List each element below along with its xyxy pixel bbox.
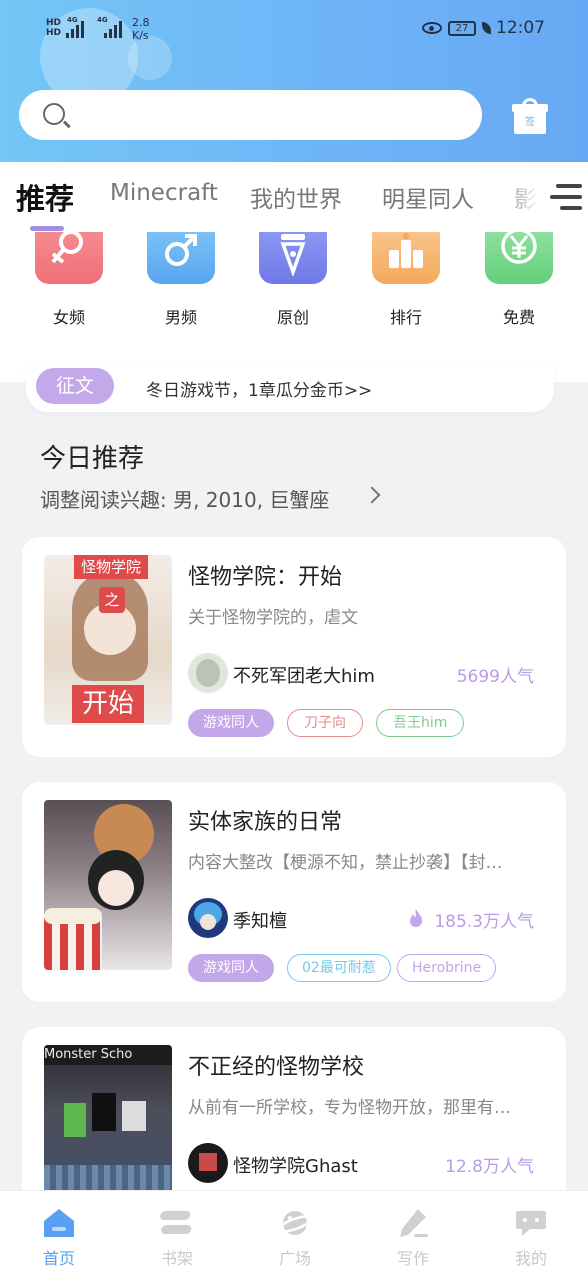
category-label: 男频 bbox=[164, 308, 197, 327]
nav-write[interactable]: 写作 bbox=[354, 1191, 472, 1280]
book-title[interactable]: 实体家族的日常 bbox=[188, 804, 342, 836]
cover-title: 开始 bbox=[72, 685, 144, 723]
popularity: 185.3万人气 bbox=[434, 912, 534, 932]
nav-home[interactable]: 首页 bbox=[0, 1191, 118, 1280]
author-name[interactable]: 不死军团老大him bbox=[233, 662, 375, 688]
book-cover[interactable] bbox=[44, 800, 172, 970]
notice-tag: 征文 bbox=[36, 368, 114, 404]
category-female[interactable]: 女频 bbox=[24, 230, 114, 332]
nav-label: 首页 bbox=[42, 1249, 75, 1268]
nav-label: 我的 bbox=[514, 1249, 547, 1268]
home-icon bbox=[44, 1209, 74, 1237]
category-original[interactable]: 原创 bbox=[248, 232, 338, 332]
book-title[interactable]: 怪物学院：开始 bbox=[188, 559, 342, 591]
nav-label: 写作 bbox=[396, 1249, 429, 1268]
search-input[interactable] bbox=[19, 90, 482, 140]
book-card[interactable]: 实体家族的日常 内容大整改【梗源不知，禁止抄袭】【封… 季知檀 185.3万人气… bbox=[22, 782, 566, 1002]
clock: 12:07 bbox=[496, 18, 545, 38]
book-card[interactable]: 怪物学院 之 开始 怪物学院：开始 关于怪物学院的，虐文 不死军团老大him 5… bbox=[22, 537, 566, 757]
author-name[interactable]: 怪物学院Ghast bbox=[233, 1152, 358, 1178]
header: HD HD 4G 4G 2.8 K/s 27 12:07 签 bbox=[0, 0, 588, 162]
network-speed: 2.8 K/s bbox=[132, 16, 150, 42]
category-label: 女频 bbox=[52, 308, 85, 327]
book-tag[interactable]: 02最可耐惹 bbox=[287, 954, 391, 982]
category-free[interactable]: 免费 bbox=[474, 228, 564, 332]
yen-icon bbox=[485, 228, 553, 284]
book-tag[interactable]: 游戏同人 bbox=[188, 709, 274, 737]
book-description: 从前有一所学校，专为怪物开放，那里有… bbox=[188, 1098, 511, 1118]
bookshelf-icon bbox=[160, 1211, 192, 1234]
book-cover[interactable]: 怪物学院 之 开始 bbox=[44, 555, 172, 725]
nav-plaza[interactable]: 广场 bbox=[236, 1191, 354, 1280]
sign-in-button[interactable]: 签 bbox=[512, 98, 548, 134]
pen-nib-icon bbox=[259, 232, 327, 284]
chevron-right-icon bbox=[363, 486, 381, 504]
nav-label: 广场 bbox=[278, 1249, 311, 1268]
section-title: 今日推荐 bbox=[40, 444, 145, 474]
network-type: 4G bbox=[67, 16, 78, 24]
bottom-navigation: 首页 书架 广场 写作 我的 bbox=[0, 1190, 588, 1280]
menu-icon[interactable] bbox=[550, 184, 582, 212]
chat-bubble-icon bbox=[516, 1211, 546, 1236]
tab-recommend[interactable]: 推荐 bbox=[16, 176, 74, 218]
avatar[interactable] bbox=[188, 653, 228, 693]
avatar[interactable] bbox=[188, 898, 228, 938]
nav-me[interactable]: 我的 bbox=[472, 1191, 588, 1280]
sign-in-label: 签 bbox=[514, 110, 546, 134]
active-tab-indicator bbox=[30, 226, 64, 231]
avatar[interactable] bbox=[188, 1143, 228, 1183]
status-bar: HD HD 4G 4G 2.8 K/s 27 12:07 bbox=[0, 14, 588, 48]
planet-icon bbox=[278, 1211, 312, 1235]
category-label: 免费 bbox=[502, 308, 535, 327]
ranking-icon bbox=[372, 232, 440, 284]
book-description: 关于怪物学院的，虐文 bbox=[188, 608, 358, 628]
category-male[interactable]: 男频 bbox=[136, 232, 226, 332]
book-tag[interactable]: 刀子向 bbox=[287, 709, 363, 737]
nav-bookshelf[interactable]: 书架 bbox=[118, 1191, 236, 1280]
sim-indicator: HD HD bbox=[46, 18, 62, 38]
tab-my-world[interactable]: 我的世界 bbox=[250, 180, 342, 214]
search-icon bbox=[43, 103, 65, 125]
category-row: 女频 男频 原创 排行 免费 bbox=[0, 228, 588, 332]
book-title[interactable]: 不正经的怪物学校 bbox=[188, 1049, 364, 1081]
category-label: 原创 bbox=[276, 308, 309, 327]
tab-celebrity-fanfic[interactable]: 明星同人 bbox=[382, 180, 474, 214]
network-type: 4G bbox=[97, 16, 108, 24]
pen-icon bbox=[400, 1209, 428, 1237]
popularity: 5699人气 bbox=[456, 667, 534, 687]
nav-label: 书架 bbox=[160, 1249, 193, 1268]
cover-title: 怪物学院 bbox=[74, 555, 148, 579]
book-tag[interactable]: Herobrine bbox=[397, 954, 497, 982]
book-description: 内容大整改【梗源不知，禁止抄袭】【封… bbox=[188, 853, 503, 873]
tab-minecraft[interactable]: Minecraft bbox=[110, 180, 218, 206]
eye-icon bbox=[422, 22, 442, 34]
cover-title: 之 bbox=[99, 587, 125, 613]
book-tag[interactable]: 游戏同人 bbox=[188, 954, 274, 982]
author-name[interactable]: 季知檀 bbox=[233, 907, 287, 933]
category-label: 排行 bbox=[389, 308, 422, 327]
popularity: 12.8万人气 bbox=[445, 1157, 534, 1177]
male-icon bbox=[147, 232, 215, 284]
flame-icon bbox=[410, 909, 423, 927]
cover-title: Monster Scho bbox=[44, 1045, 172, 1065]
female-icon bbox=[35, 230, 103, 284]
category-ranking[interactable]: 排行 bbox=[361, 232, 451, 332]
notice-text[interactable]: 冬日游戏节，1章瓜分金币>> bbox=[146, 376, 372, 401]
leaf-icon bbox=[482, 22, 491, 34]
reading-interest-link[interactable]: 调整阅读兴趣: 男, 2010, 巨蟹座 bbox=[40, 484, 329, 513]
book-tag[interactable]: 吾王him bbox=[376, 709, 465, 737]
battery-icon: 27 bbox=[448, 21, 476, 36]
